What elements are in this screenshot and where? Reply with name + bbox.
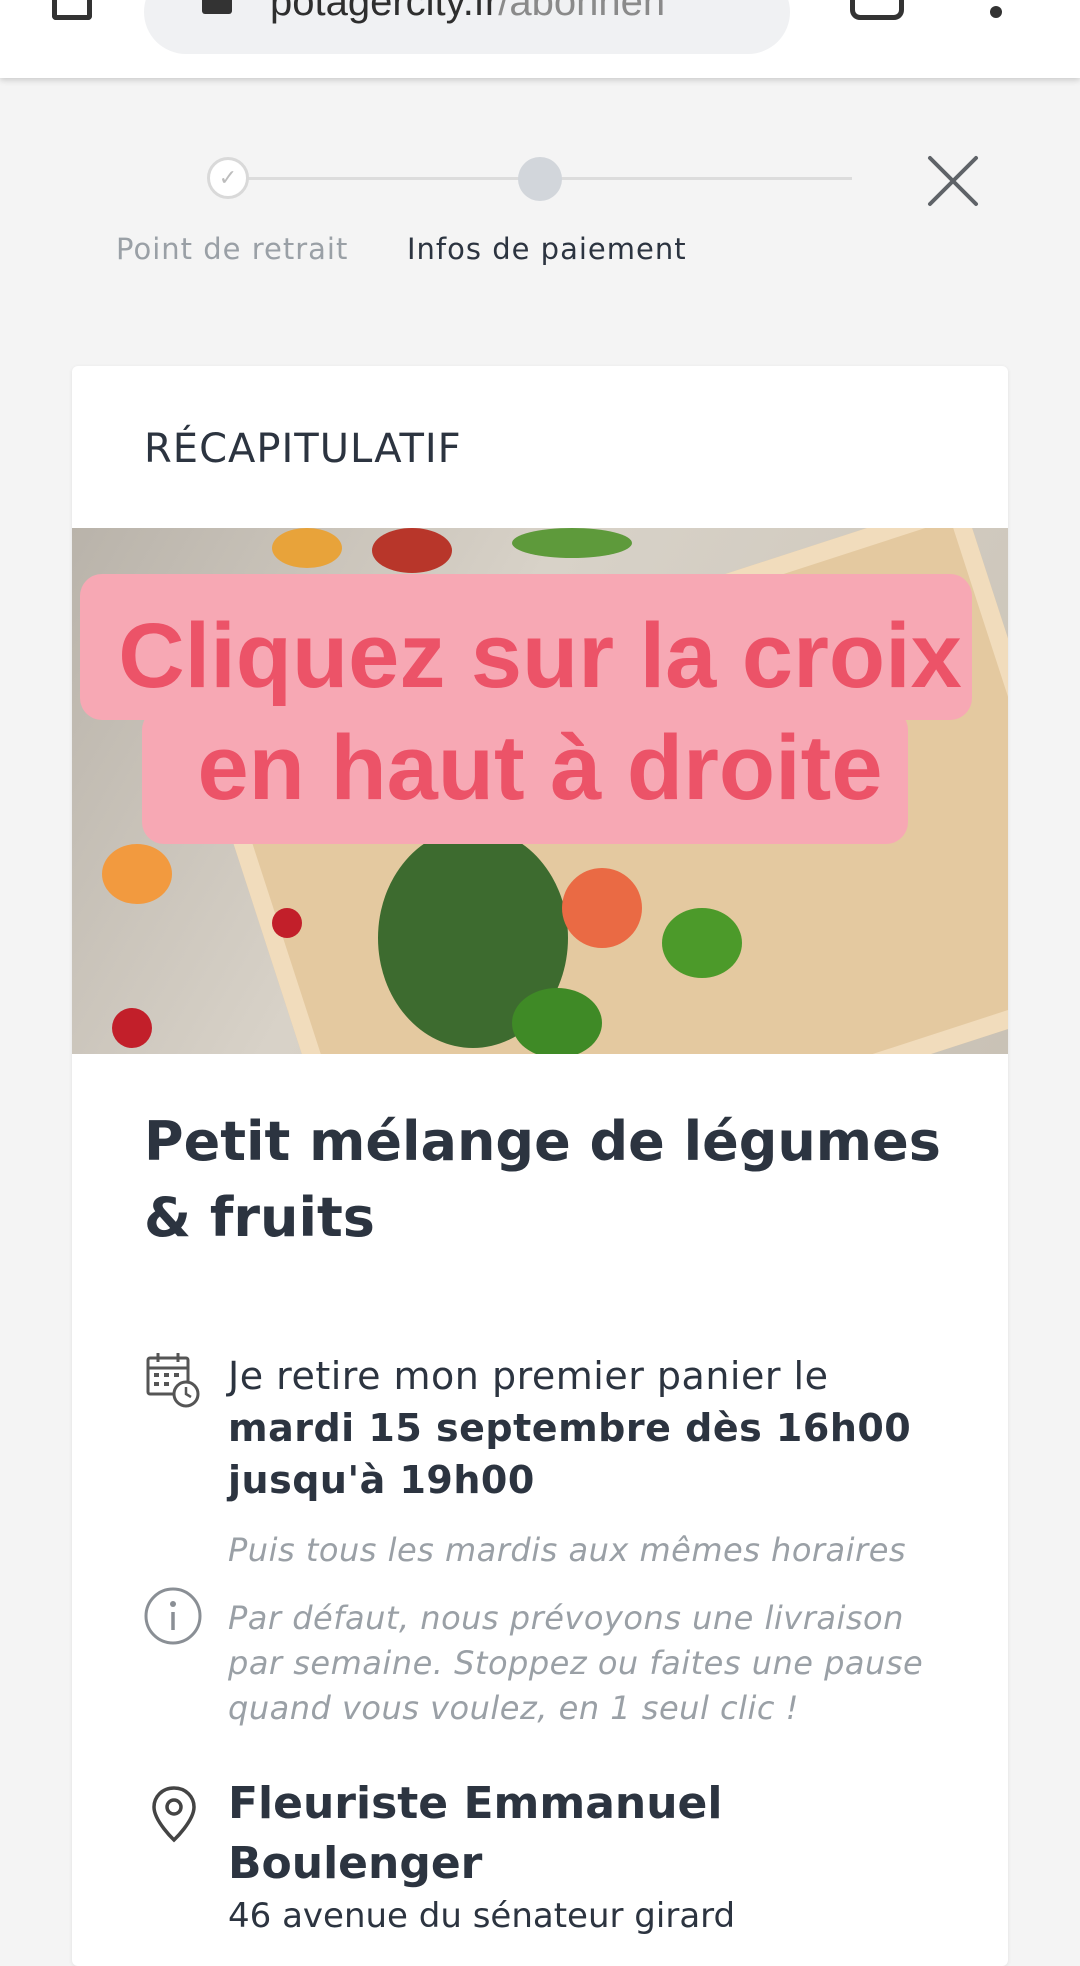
step-done-check-icon: ✓: [207, 157, 249, 199]
cherry-shape-2: [272, 908, 302, 938]
step-label-infos-de-paiement: Infos de paiement: [407, 232, 687, 266]
home-icon[interactable]: [52, 0, 92, 20]
url-text[interactable]: potagercity.fr/abonnen: [270, 0, 770, 26]
location-name: Fleuriste Emmanuel Boulenger: [228, 1778, 723, 1889]
pickup-text: Je retire mon premier panier le mardi 15…: [228, 1350, 948, 1506]
fruit-shape: [272, 528, 342, 568]
summary-card: RÉCAPITULATIF Cliquez sur la croix en ha…: [72, 366, 1008, 1966]
pickup-date: mardi 15 septembre dès 16h00 jusqu'à 19h…: [228, 1406, 912, 1502]
overlay-instruction: Cliquez sur la croix en haut à droite: [72, 600, 1008, 824]
checkout-stepper: ✓ Point de retrait Infos de paiement: [0, 140, 1080, 290]
tabs-icon[interactable]: [850, 0, 904, 20]
close-icon: [928, 156, 978, 206]
product-name: Petit mélange de légumes & fruits: [144, 1110, 941, 1249]
url-path: /abonnen: [498, 0, 666, 24]
step-active-dot: [518, 157, 562, 201]
lettuce-shape: [512, 528, 632, 558]
step-label-point-de-retrait[interactable]: Point de retrait: [116, 232, 348, 266]
pepper-shape-2: [512, 988, 602, 1054]
lock-icon: [202, 0, 232, 14]
close-button[interactable]: [922, 150, 984, 212]
location-address: 46 avenue du sénateur girard: [228, 1896, 736, 1936]
delivery-info-note: Par défaut, nous prévoyons une livraison…: [228, 1599, 924, 1727]
apricot-shape: [102, 844, 172, 904]
product-image: Cliquez sur la croix en haut à droite: [72, 528, 1008, 1054]
url-domain: potagercity.fr: [270, 0, 499, 24]
calendar-clock-icon: [146, 1353, 200, 1408]
info-icon: [144, 1587, 202, 1645]
pickup-recurrence: Puis tous les mardis aux mêmes horaires: [228, 1531, 907, 1569]
peach-shape: [562, 868, 642, 948]
cherry-shape: [112, 1008, 152, 1048]
tomato-shape: [372, 528, 452, 573]
pickup-prefix: Je retire mon premier panier le: [228, 1354, 829, 1398]
browser-toolbar: potagercity.fr/abonnen: [0, 0, 1080, 78]
overlay-line-1: Cliquez sur la croix: [118, 605, 962, 707]
more-menu-icon[interactable]: [990, 6, 1002, 18]
location-pin-icon: [152, 1786, 196, 1843]
card-title: RÉCAPITULATIF: [144, 426, 462, 472]
pepper-shape: [662, 908, 742, 978]
overlay-line-2: en haut à droite: [197, 717, 883, 819]
